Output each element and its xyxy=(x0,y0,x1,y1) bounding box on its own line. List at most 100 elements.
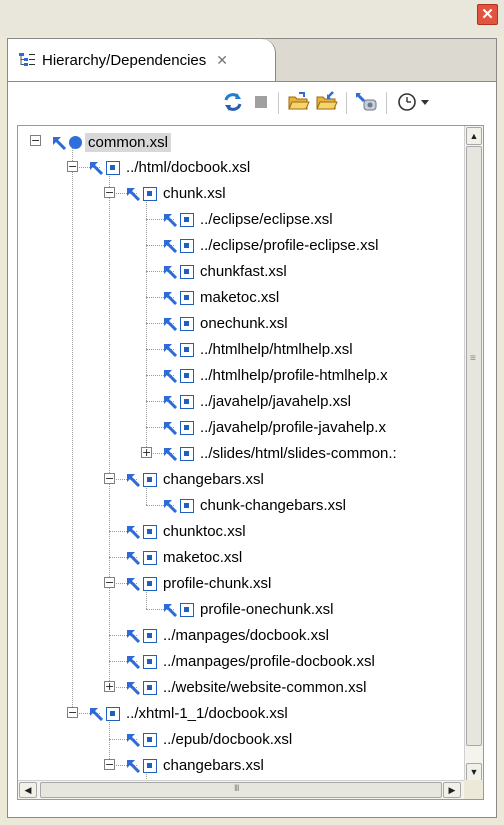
tree-item[interactable]: − changebars.xsl xyxy=(18,752,464,778)
tree-item-icons: ../javahelp/profile-javahelp.x xyxy=(163,419,386,436)
horizontal-scroll-thumb[interactable]: III xyxy=(40,782,442,798)
tree-item-icons: ../html/docbook.xsl xyxy=(89,159,250,176)
tree-item[interactable]: maketoc.xsl xyxy=(18,544,464,570)
close-window-button[interactable]: ✕ xyxy=(477,4,498,25)
tree-item-icons: profile-onechunk.xsl xyxy=(163,601,333,618)
window-title-strip: ✕ xyxy=(0,0,504,36)
open-folder-arrow-icon xyxy=(316,91,338,110)
tree-item[interactable]: ../manpages/profile-docbook.xsl xyxy=(18,648,464,674)
tree-item[interactable]: ../htmlhelp/htmlhelp.xsl xyxy=(18,336,464,362)
expand-toggle[interactable]: + xyxy=(104,681,115,692)
dependency-arrow-icon xyxy=(163,239,178,253)
grip-icon: ≡ xyxy=(470,353,476,364)
tree-item[interactable]: − chunk.xsl xyxy=(18,180,464,206)
history-dropdown-button[interactable] xyxy=(418,89,432,115)
stylesheet-icon xyxy=(180,498,194,513)
tree-item-icons: ../slides/html/slides-common.: xyxy=(163,445,397,462)
dependency-arrow-icon xyxy=(126,733,141,747)
dependency-arrow-icon xyxy=(126,187,141,201)
tree-item[interactable]: ../eclipse/eclipse.xsl xyxy=(18,206,464,232)
tree-item[interactable]: − changebars.xsl xyxy=(18,466,464,492)
dependency-arrow-icon xyxy=(163,317,178,331)
tree-item[interactable]: − ../xhtml-1_1/docbook.xsl xyxy=(18,700,464,726)
collapse-toggle[interactable]: − xyxy=(104,759,115,770)
stylesheet-icon xyxy=(143,186,157,201)
tree-item[interactable]: + ../slides/html/slides-common.: xyxy=(18,440,464,466)
tree-item-icons: ../javahelp/javahelp.xsl xyxy=(163,393,351,410)
scroll-left-button[interactable]: ◀ xyxy=(19,782,37,798)
stylesheet-icon xyxy=(143,732,157,747)
tree-item[interactable]: ../epub/docbook.xsl xyxy=(18,726,464,752)
tree-item-label: ../slides/html/slides-common.: xyxy=(200,445,397,462)
stylesheet-icon xyxy=(106,160,120,175)
stop-button[interactable] xyxy=(248,89,274,115)
tree-item-icons: chunkfast.xsl xyxy=(163,263,287,280)
refresh-button[interactable] xyxy=(220,89,246,115)
chevron-down-icon xyxy=(421,100,429,105)
toolbar-separator xyxy=(278,92,279,114)
tree-item[interactable]: chunktoc.xsl xyxy=(18,518,464,544)
tree-item[interactable]: ../javahelp/profile-javahelp.x xyxy=(18,414,464,440)
dependency-arrow-icon xyxy=(163,369,178,383)
configure-button[interactable] xyxy=(354,89,380,115)
tree-item[interactable]: chunk-changebars.xsl xyxy=(18,492,464,518)
tree-item-label: chunktoc.xsl xyxy=(163,523,246,540)
tree-item-label: ../manpages/docbook.xsl xyxy=(163,627,329,644)
tree-item-icons: ../htmlhelp/htmlhelp.xsl xyxy=(163,341,353,358)
vertical-scrollbar[interactable]: ▲ ≡ ▼ xyxy=(464,126,483,782)
stylesheet-icon xyxy=(143,524,157,539)
tree-item-label: chunk.xsl xyxy=(163,185,226,202)
tree-item-label: profile-onechunk.xsl xyxy=(200,601,334,618)
tree-item[interactable]: maketoc.xsl xyxy=(18,284,464,310)
tree-item[interactable]: ../javahelp/javahelp.xsl xyxy=(18,388,464,414)
tree-item[interactable]: ../htmlhelp/profile-htmlhelp.x xyxy=(18,362,464,388)
open-folder-arrow-button[interactable] xyxy=(314,89,340,115)
tree-item-label: ../website/website-common.xsl xyxy=(163,679,367,696)
tree-item[interactable]: chunkfast.xsl xyxy=(18,258,464,284)
stylesheet-icon xyxy=(143,628,157,643)
dependency-arrow-icon xyxy=(126,655,141,669)
collapse-toggle[interactable]: − xyxy=(104,473,115,484)
hierarchy-icon xyxy=(18,51,36,69)
collapse-toggle[interactable]: − xyxy=(67,707,78,718)
tree-item[interactable]: − ../html/docbook.xsl xyxy=(18,154,464,180)
history-button[interactable] xyxy=(394,89,420,115)
collapse-toggle[interactable]: − xyxy=(67,161,78,172)
chevron-up-icon: ▲ xyxy=(469,131,479,141)
dependency-arrow-icon xyxy=(89,707,104,721)
scroll-up-button[interactable]: ▲ xyxy=(466,127,482,145)
scroll-right-button[interactable]: ▶ xyxy=(443,782,461,798)
dependency-arrow-icon xyxy=(89,161,104,175)
scroll-down-button[interactable]: ▼ xyxy=(466,763,482,781)
stylesheet-icon xyxy=(143,654,157,669)
vertical-scroll-thumb[interactable]: ≡ xyxy=(466,146,482,746)
tree-item[interactable]: profile-onechunk.xsl xyxy=(18,596,464,622)
tree-item[interactable]: − profile-chunk.xsl xyxy=(18,570,464,596)
tree-item[interactable]: − common.xsl xyxy=(18,128,464,154)
dependency-arrow-icon xyxy=(163,421,178,435)
dependency-arrow-icon xyxy=(163,499,178,513)
expand-toggle[interactable]: + xyxy=(141,447,152,458)
tree-item-label: ../htmlhelp/profile-htmlhelp.x xyxy=(200,367,388,384)
collapse-toggle[interactable]: − xyxy=(30,135,41,146)
tab-hierarchy-dependencies[interactable]: Hierarchy/Dependencies ✕ xyxy=(8,39,276,81)
tree-item[interactable]: onechunk.xsl xyxy=(18,310,464,336)
open-folder-button[interactable] xyxy=(286,89,312,115)
tree-item-label: changebars.xsl xyxy=(163,757,264,774)
toolbar-separator xyxy=(346,92,347,114)
tree-item-icons: ../manpages/profile-docbook.xsl xyxy=(126,653,375,670)
tree-item-label: maketoc.xsl xyxy=(163,549,243,566)
dependency-arrow-icon xyxy=(126,629,141,643)
collapse-toggle[interactable]: − xyxy=(104,187,115,198)
tab-close-icon[interactable]: ✕ xyxy=(216,52,228,69)
tree-item[interactable]: ../manpages/docbook.xsl xyxy=(18,622,464,648)
stylesheet-icon xyxy=(180,368,194,383)
dependency-arrow-icon xyxy=(126,681,141,695)
tree-item[interactable]: + ../website/website-common.xsl xyxy=(18,674,464,700)
tree-item-label: ../eclipse/profile-eclipse.xsl xyxy=(200,237,379,254)
horizontal-scrollbar[interactable]: ◀ III ▶ xyxy=(18,780,464,799)
tree-item-icons: changebars.xsl xyxy=(126,757,264,774)
tree-item[interactable]: ../eclipse/profile-eclipse.xsl xyxy=(18,232,464,258)
collapse-toggle[interactable]: − xyxy=(104,577,115,588)
stylesheet-icon xyxy=(143,576,157,591)
